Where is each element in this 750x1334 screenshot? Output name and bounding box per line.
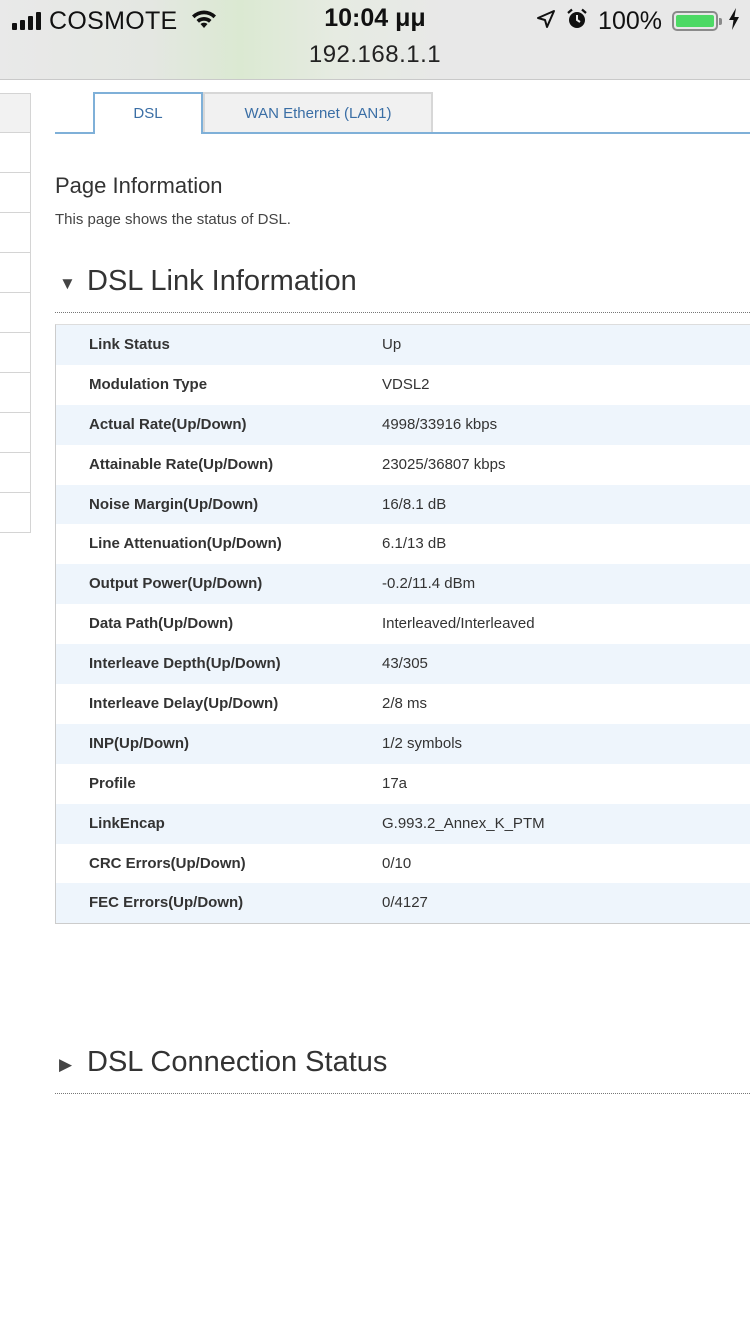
row-value: -0.2/11.4 dBm [382, 575, 476, 593]
table-row: LinkEncap G.993.2_Annex_K_PTM [56, 803, 750, 844]
row-label: Interleave Depth(Up/Down) [89, 655, 281, 673]
row-label: Modulation Type [89, 375, 208, 393]
battery-icon [672, 11, 722, 31]
row-value: Up [382, 336, 402, 353]
sidebar-menu [0, 93, 31, 533]
row-label: Interleave Delay(Up/Down) [89, 695, 279, 713]
tab-wan-ethernet[interactable]: WAN Ethernet (LAN1) [203, 92, 433, 132]
table-row: CRC Errors(Up/Down) 0/10 [56, 843, 750, 884]
section-title: DSL Connection Status [87, 1046, 388, 1078]
row-label: Data Path(Up/Down) [89, 615, 234, 633]
sidebar-item[interactable] [0, 213, 31, 253]
row-label: Noise Margin(Up/Down) [89, 495, 259, 513]
table-row: Noise Margin(Up/Down) 16/8.1 dB [56, 484, 750, 525]
sidebar-item[interactable] [0, 133, 31, 173]
sidebar-item[interactable] [0, 453, 31, 493]
table-row: Actual Rate(Up/Down) 4998/33916 kbps [56, 404, 750, 445]
table-row: Modulation Type VDSL2 [56, 364, 750, 405]
charging-bolt-icon [728, 7, 740, 35]
row-value: 43/305 [382, 655, 428, 673]
sidebar-item[interactable] [0, 173, 31, 213]
row-value: 4998/33916 kbps [382, 415, 498, 433]
row-value: VDSL2 [382, 375, 430, 393]
battery-percent: 100% [598, 6, 662, 35]
row-value: Interleaved/Interleaved [382, 615, 535, 633]
sidebar-item[interactable] [0, 373, 31, 413]
row-value: 6.1/13 dB [382, 535, 447, 553]
row-value: G.993.2_Annex_K_PTM [382, 814, 545, 832]
page-description: This page shows the status of DSL. [55, 211, 291, 228]
tab-bar: DSL WAN Ethernet (LAN1) [55, 92, 750, 134]
sidebar-item[interactable] [0, 493, 31, 533]
table-row: Link Status Up [56, 325, 750, 365]
tab-dsl[interactable]: DSL [93, 92, 203, 134]
table-row: Interleave Depth(Up/Down) 43/305 [56, 644, 750, 685]
table-row: Interleave Delay(Up/Down) 2/8 ms [56, 684, 750, 724]
row-label: Actual Rate(Up/Down) [89, 415, 247, 433]
section-dsl-link-information[interactable]: ▼ DSL Link Information [55, 262, 750, 313]
row-value: 1/2 symbols [382, 734, 463, 752]
row-value: 17a [382, 774, 408, 792]
location-arrow-icon [536, 9, 556, 34]
status-bar: COSMOTE 10:04 μμ 192.168.1.1 100% [0, 0, 750, 80]
sidebar-item[interactable] [0, 253, 31, 293]
table-row: INP(Up/Down) 1/2 symbols [56, 723, 750, 764]
table-row: Output Power(Up/Down) -0.2/11.4 dBm [56, 564, 750, 605]
table-row: Line Attenuation(Up/Down) 6.1/13 dB [56, 524, 750, 565]
status-right: 100% [536, 6, 740, 36]
sidebar-item[interactable] [0, 333, 31, 373]
row-label: Profile [89, 774, 136, 792]
url-bar[interactable]: 192.168.1.1 [0, 41, 750, 69]
table-row: Data Path(Up/Down) Interleaved/Interleave… [56, 604, 750, 645]
row-value: 0/4127 [382, 894, 428, 912]
table-row: Attainable Rate(Up/Down) 23025/36807 kbps [56, 444, 750, 485]
row-value: 0/10 [382, 854, 412, 872]
page-title: Page Information [55, 173, 223, 198]
section-dsl-connection-status[interactable]: ▶ DSL Connection Status [55, 1043, 750, 1094]
dsl-link-table: Link Status Up Modulation Type VDSL2 Actual … [55, 324, 750, 925]
table-row: FEC Errors(Up/Down) 0/4127 [56, 883, 750, 924]
row-label: Link Status [89, 336, 170, 353]
section-title: DSL Link Information [87, 265, 357, 297]
row-label: CRC Errors(Up/Down) [89, 854, 246, 872]
collapse-arrow-icon[interactable]: ▼ [59, 274, 76, 294]
expand-arrow-icon[interactable]: ▶ [59, 1055, 72, 1075]
row-value: 16/8.1 dB [382, 495, 447, 513]
table-row: Profile 17a [56, 763, 750, 804]
sidebar-item[interactable] [0, 413, 31, 453]
sidebar-item[interactable] [0, 293, 31, 333]
row-label: FEC Errors(Up/Down) [89, 894, 244, 912]
row-label: Output Power(Up/Down) [89, 575, 263, 593]
row-label: Line Attenuation(Up/Down) [89, 535, 282, 553]
alarm-icon [566, 8, 588, 35]
row-label: Attainable Rate(Up/Down) [89, 455, 274, 473]
sidebar-item[interactable] [0, 93, 31, 133]
row-label: INP(Up/Down) [89, 734, 189, 752]
row-value: 2/8 ms [382, 695, 428, 713]
row-value: 23025/36807 kbps [382, 455, 506, 473]
row-label: LinkEncap [89, 814, 165, 832]
